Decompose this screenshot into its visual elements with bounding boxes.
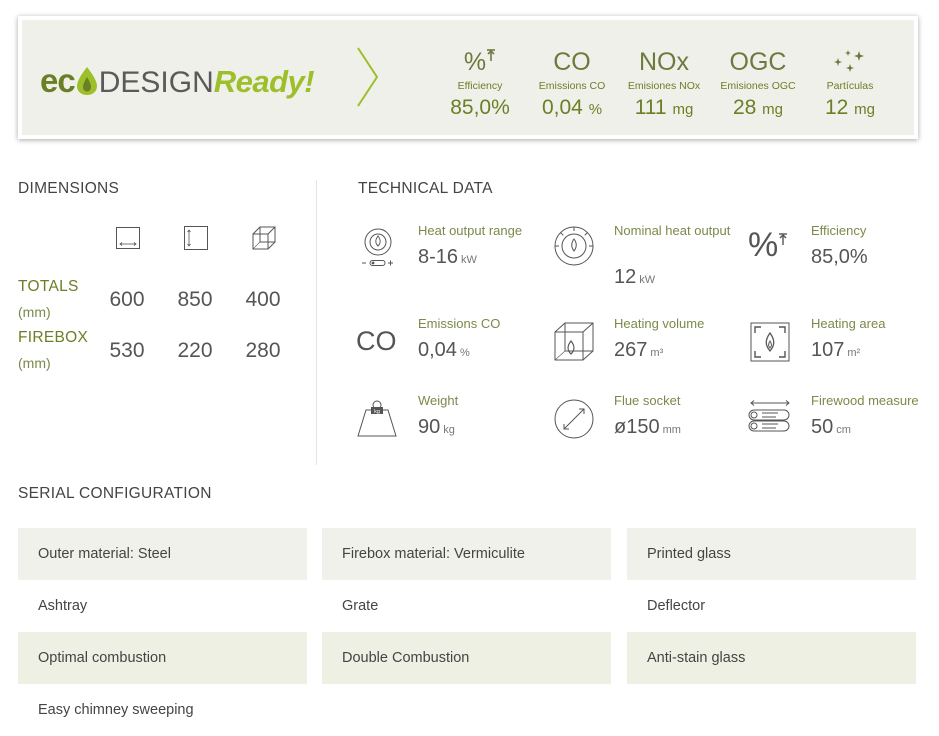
chevron-right-icon (356, 46, 380, 113)
eco-metric-caption: Emisiones OGC (720, 80, 796, 92)
ecodesign-banner: ec DESIGN Ready! % Efficiency 85,0% CO E… (18, 16, 918, 139)
leaf-icon (76, 66, 98, 96)
eco-metric-caption: Emissions CO (538, 80, 606, 92)
config-item: Optimal combustion (18, 632, 307, 684)
tech-label-heat-output-range: Heat output range (418, 223, 523, 238)
depth-icon (250, 224, 278, 252)
tech-label-emissions-co: Emissions CO (418, 316, 501, 331)
eco-metric-value: 0,04 % (541, 96, 603, 119)
height-icon (182, 224, 210, 252)
eco-metric-nox: NOx Emisiones NOx 111 mg (616, 46, 712, 120)
tech-value-flue-socket: ø150 mm (614, 416, 681, 438)
config-item: Firebox material: Vermiculite (322, 528, 611, 580)
dim-firebox-depth: 280 (245, 339, 281, 362)
heating-volume-icon (552, 320, 596, 364)
config-item: Ashtray (38, 598, 88, 614)
dim-row-label-firebox: FIREBOX (18, 329, 89, 346)
eco-metric-particles: Partículas 12 mg (802, 46, 898, 120)
config-item: Printed glass (627, 528, 916, 580)
tech-label-efficiency: Efficiency (811, 223, 867, 238)
technical-data-title: TECHNICAL DATA (358, 180, 493, 197)
dim-row-unit-firebox: (mm) (18, 355, 51, 371)
efficiency-icon: % (748, 226, 792, 270)
dim-row-label-totals: TOTALS (18, 278, 79, 295)
eco-metric-value: 111 mg (634, 96, 694, 119)
width-icon (114, 224, 142, 252)
tech-label-heating-volume: Heating volume (614, 316, 705, 331)
emissions-co-icon: CO (356, 326, 397, 356)
config-item: Anti-stain glass (627, 632, 916, 684)
tech-value-emissions-co: 0,04% (418, 339, 470, 361)
dim-row-unit-totals: (mm) (18, 304, 51, 320)
nox-symbol: NOx (639, 47, 689, 76)
tech-label-firewood-measure: Firewood measure (811, 393, 919, 408)
eco-metric-value: 12 mg (824, 96, 876, 119)
eco-metric-caption: Emisiones NOx (627, 80, 701, 92)
tech-label-weight: Weight (418, 393, 459, 408)
tech-value-weight: 90 kg (418, 416, 455, 438)
ogc-symbol: OGC (729, 47, 787, 76)
tech-value-firewood-measure: 50 cm (811, 416, 851, 438)
section-divider (316, 180, 317, 465)
dimensions-title: DIMENSIONS (18, 180, 120, 197)
dim-firebox-height: 220 (177, 339, 213, 362)
eco-metric-co: CO Emissions CO 0,04 % (524, 46, 620, 120)
tech-label-nominal-heat-output: Nominal heat output (614, 223, 731, 238)
weight-icon: kg (356, 398, 400, 442)
eco-metric-value: 85,0% (450, 96, 510, 119)
firewood-measure-icon (748, 399, 792, 443)
flue-socket-icon (552, 397, 596, 441)
logo-design-text: DESIGN (98, 66, 214, 99)
weight-icon-kg-text: kg (374, 409, 380, 415)
percent-up-icon: % (464, 48, 496, 77)
dim-firebox-width: 530 (109, 339, 145, 362)
logo-eco-text: ec (40, 62, 76, 99)
eco-metric-efficiency: % Efficiency 85,0% (432, 46, 528, 120)
config-item: Double Combustion (322, 632, 611, 684)
co-symbol: CO (553, 47, 591, 76)
logo-ready-text: Ready! (213, 64, 315, 99)
heat-output-range-icon (356, 224, 400, 268)
tech-value-heat-output-range: 8-16 kW (418, 246, 477, 268)
tech-value-nominal-heat-output: 12 kW (614, 266, 656, 288)
eco-metric-caption: Efficiency (457, 80, 503, 92)
config-item: Outer material: Steel (18, 528, 307, 580)
particles-icon (832, 46, 868, 79)
config-item: Easy chimney sweeping (38, 702, 194, 718)
tech-label-flue-socket: Flue socket (614, 393, 681, 408)
dim-totals-height: 850 (177, 288, 213, 311)
serial-configuration-title: SERIAL CONFIGURATION (18, 485, 212, 502)
ecodesign-logo: ec DESIGN Ready! (40, 62, 315, 100)
config-item: Deflector (647, 598, 706, 614)
tech-value-efficiency: 85,0% (811, 246, 868, 268)
tech-value-heating-area: 107 m² (811, 339, 861, 361)
tech-label-heating-area: Heating area (811, 316, 886, 331)
eco-metric-ogc: OGC Emisiones OGC 28 mg (710, 46, 806, 120)
heating-area-icon (748, 320, 792, 364)
tech-value-heating-volume: 267 m³ (614, 339, 664, 361)
config-item: Grate (342, 598, 379, 614)
eco-metric-caption: Partículas (826, 80, 874, 92)
nominal-heat-output-icon (552, 224, 596, 268)
dim-totals-depth: 400 (245, 288, 281, 311)
eco-metric-value: 28 mg (732, 96, 784, 119)
dim-totals-width: 600 (109, 288, 145, 311)
